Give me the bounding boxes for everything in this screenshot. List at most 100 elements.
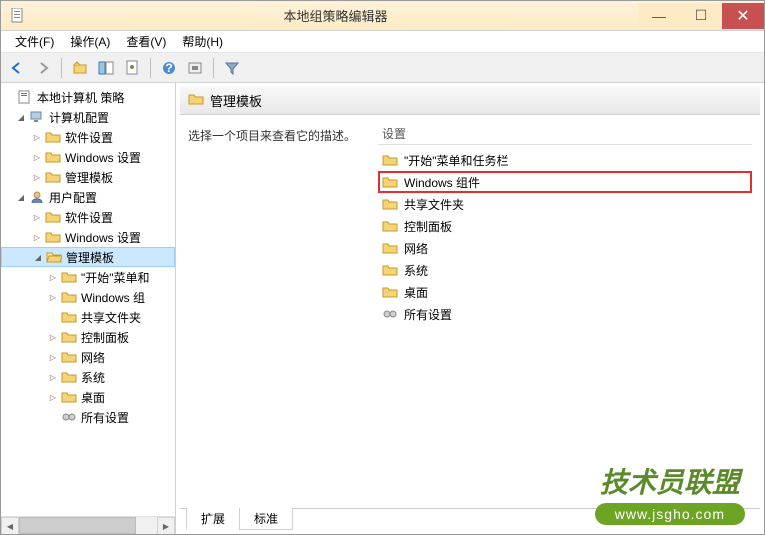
show-hide-button[interactable] (94, 56, 118, 80)
help-button[interactable]: ? (157, 56, 181, 80)
titlebar: 本地组策略编辑器 — ☐ ✕ (1, 1, 764, 31)
tree-item-admin-templates[interactable]: ▷ 管理模板 (1, 167, 175, 187)
tree-label: 网络 (81, 349, 105, 366)
tree-label: 计算机配置 (49, 109, 109, 126)
tree-item-system[interactable]: ▷ 系统 (1, 367, 175, 387)
tree-item-shared-folders[interactable]: 共享文件夹 (1, 307, 175, 327)
tab-extended[interactable]: 扩展 (186, 508, 240, 530)
list-item-desktop[interactable]: 桌面 (378, 281, 752, 303)
tree-item-windows-comp[interactable]: ▷ Windows 组 (1, 287, 175, 307)
export-button[interactable] (183, 56, 207, 80)
expand-icon[interactable]: ▷ (47, 271, 59, 283)
tree-item-software[interactable]: ▷ 软件设置 (1, 127, 175, 147)
horizontal-scrollbar[interactable]: ◀ ▶ (1, 516, 175, 534)
collapse-icon[interactable]: ◢ (15, 191, 27, 203)
tree-item-admin-templates-selected[interactable]: ◢ 管理模板 (1, 247, 175, 267)
tree-item-windows[interactable]: ▷ Windows 设置 (1, 227, 175, 247)
scroll-right-button[interactable]: ▶ (157, 517, 175, 534)
detail-title: 管理模板 (210, 91, 262, 110)
titlebar-buttons: — ☐ ✕ (638, 3, 764, 29)
expand-icon[interactable]: ▷ (47, 391, 59, 403)
collapse-icon[interactable]: ◢ (15, 111, 27, 123)
folder-icon (188, 92, 204, 109)
expand-icon[interactable]: ▷ (47, 331, 59, 343)
separator (61, 58, 62, 78)
tree-item-software[interactable]: ▷ 软件设置 (1, 207, 175, 227)
folder-icon (382, 175, 398, 189)
list-item-network[interactable]: 网络 (378, 237, 752, 259)
item-label: "开始"菜单和任务栏 (404, 152, 509, 169)
folder-icon (61, 270, 77, 284)
item-label: 桌面 (404, 284, 428, 301)
folder-icon (45, 170, 61, 184)
tree-label: 管理模板 (66, 249, 114, 266)
tree-panel[interactable]: 本地计算机 策略 ◢ 计算机配置 ▷ 软件设置 ▷ Windows 设置 ▷ 管… (1, 83, 176, 534)
settings-icon (61, 410, 77, 424)
folder-icon (45, 150, 61, 164)
scroll-thumb[interactable] (19, 517, 136, 534)
menu-action[interactable]: 操作(A) (62, 31, 118, 52)
tree-item-desktop[interactable]: ▷ 桌面 (1, 387, 175, 407)
list-item-start-taskbar[interactable]: "开始"菜单和任务栏 (378, 149, 752, 171)
folder-icon (45, 210, 61, 224)
list-item-shared-folders[interactable]: 共享文件夹 (378, 193, 752, 215)
properties-button[interactable] (120, 56, 144, 80)
tree-item-start-taskbar[interactable]: ▷ "开始"菜单和 (1, 267, 175, 287)
expand-icon[interactable]: ▷ (31, 211, 43, 223)
item-label: Windows 组件 (404, 174, 480, 191)
folder-icon (61, 310, 77, 324)
item-label: 系统 (404, 262, 428, 279)
tree-root[interactable]: 本地计算机 策略 (1, 87, 175, 107)
tree-label: 桌面 (81, 389, 105, 406)
tree-user-config[interactable]: ◢ 用户配置 (1, 187, 175, 207)
tree-label: 共享文件夹 (81, 309, 141, 326)
close-button[interactable]: ✕ (722, 3, 764, 29)
item-label: 共享文件夹 (404, 196, 464, 213)
scroll-left-button[interactable]: ◀ (1, 517, 19, 534)
scroll-track[interactable] (19, 517, 157, 534)
tabs: 扩展 标准 (180, 508, 760, 530)
menu-view[interactable]: 查看(V) (118, 31, 174, 52)
tree-label: 用户配置 (49, 189, 97, 206)
folder-icon (45, 230, 61, 244)
menu-help[interactable]: 帮助(H) (174, 31, 231, 52)
expand-icon[interactable]: ▷ (31, 231, 43, 243)
tree-label: 系统 (81, 369, 105, 386)
folder-icon (382, 263, 398, 277)
tree-item-windows[interactable]: ▷ Windows 设置 (1, 147, 175, 167)
tree-item-control-panel[interactable]: ▷ 控制面板 (1, 327, 175, 347)
expand-icon[interactable]: ▷ (31, 131, 43, 143)
list-item-windows-components[interactable]: Windows 组件 (378, 171, 752, 193)
expand-icon[interactable]: ▷ (31, 151, 43, 163)
detail-body: 选择一个项目来查看它的描述。 设置 "开始"菜单和任务栏 Windows 组件 … (180, 115, 760, 508)
detail-list[interactable]: 设置 "开始"菜单和任务栏 Windows 组件 共享文件夹 (378, 123, 752, 500)
detail-header: 管理模板 (180, 87, 760, 115)
folder-icon (382, 241, 398, 255)
expand-icon[interactable]: ▷ (31, 171, 43, 183)
filter-button[interactable] (220, 56, 244, 80)
tree-item-network[interactable]: ▷ 网络 (1, 347, 175, 367)
tree-computer-config[interactable]: ◢ 计算机配置 (1, 107, 175, 127)
tree-label: 所有设置 (81, 409, 129, 426)
back-button[interactable] (5, 56, 29, 80)
list-item-all-settings[interactable]: 所有设置 (378, 303, 752, 325)
detail-panel: 管理模板 选择一个项目来查看它的描述。 设置 "开始"菜单和任务栏 Window… (176, 83, 764, 534)
expand-icon[interactable]: ▷ (47, 371, 59, 383)
svg-text:?: ? (165, 61, 172, 75)
window: 本地组策略编辑器 — ☐ ✕ 文件(F) 操作(A) 查看(V) 帮助(H) ? (0, 0, 765, 535)
forward-button[interactable] (31, 56, 55, 80)
collapse-icon[interactable]: ◢ (32, 251, 44, 263)
menu-file[interactable]: 文件(F) (7, 31, 62, 52)
expand-icon[interactable]: ▷ (47, 351, 59, 363)
list-item-control-panel[interactable]: 控制面板 (378, 215, 752, 237)
list-header-settings[interactable]: 设置 (378, 123, 752, 145)
expand-icon[interactable]: ▷ (47, 291, 59, 303)
tree-item-all-settings[interactable]: 所有设置 (1, 407, 175, 427)
minimize-button[interactable]: — (638, 3, 680, 29)
up-button[interactable] (68, 56, 92, 80)
tab-standard[interactable]: 标准 (239, 508, 293, 530)
folder-icon (61, 370, 77, 384)
list-item-system[interactable]: 系统 (378, 259, 752, 281)
maximize-button[interactable]: ☐ (680, 3, 722, 29)
separator (150, 58, 151, 78)
